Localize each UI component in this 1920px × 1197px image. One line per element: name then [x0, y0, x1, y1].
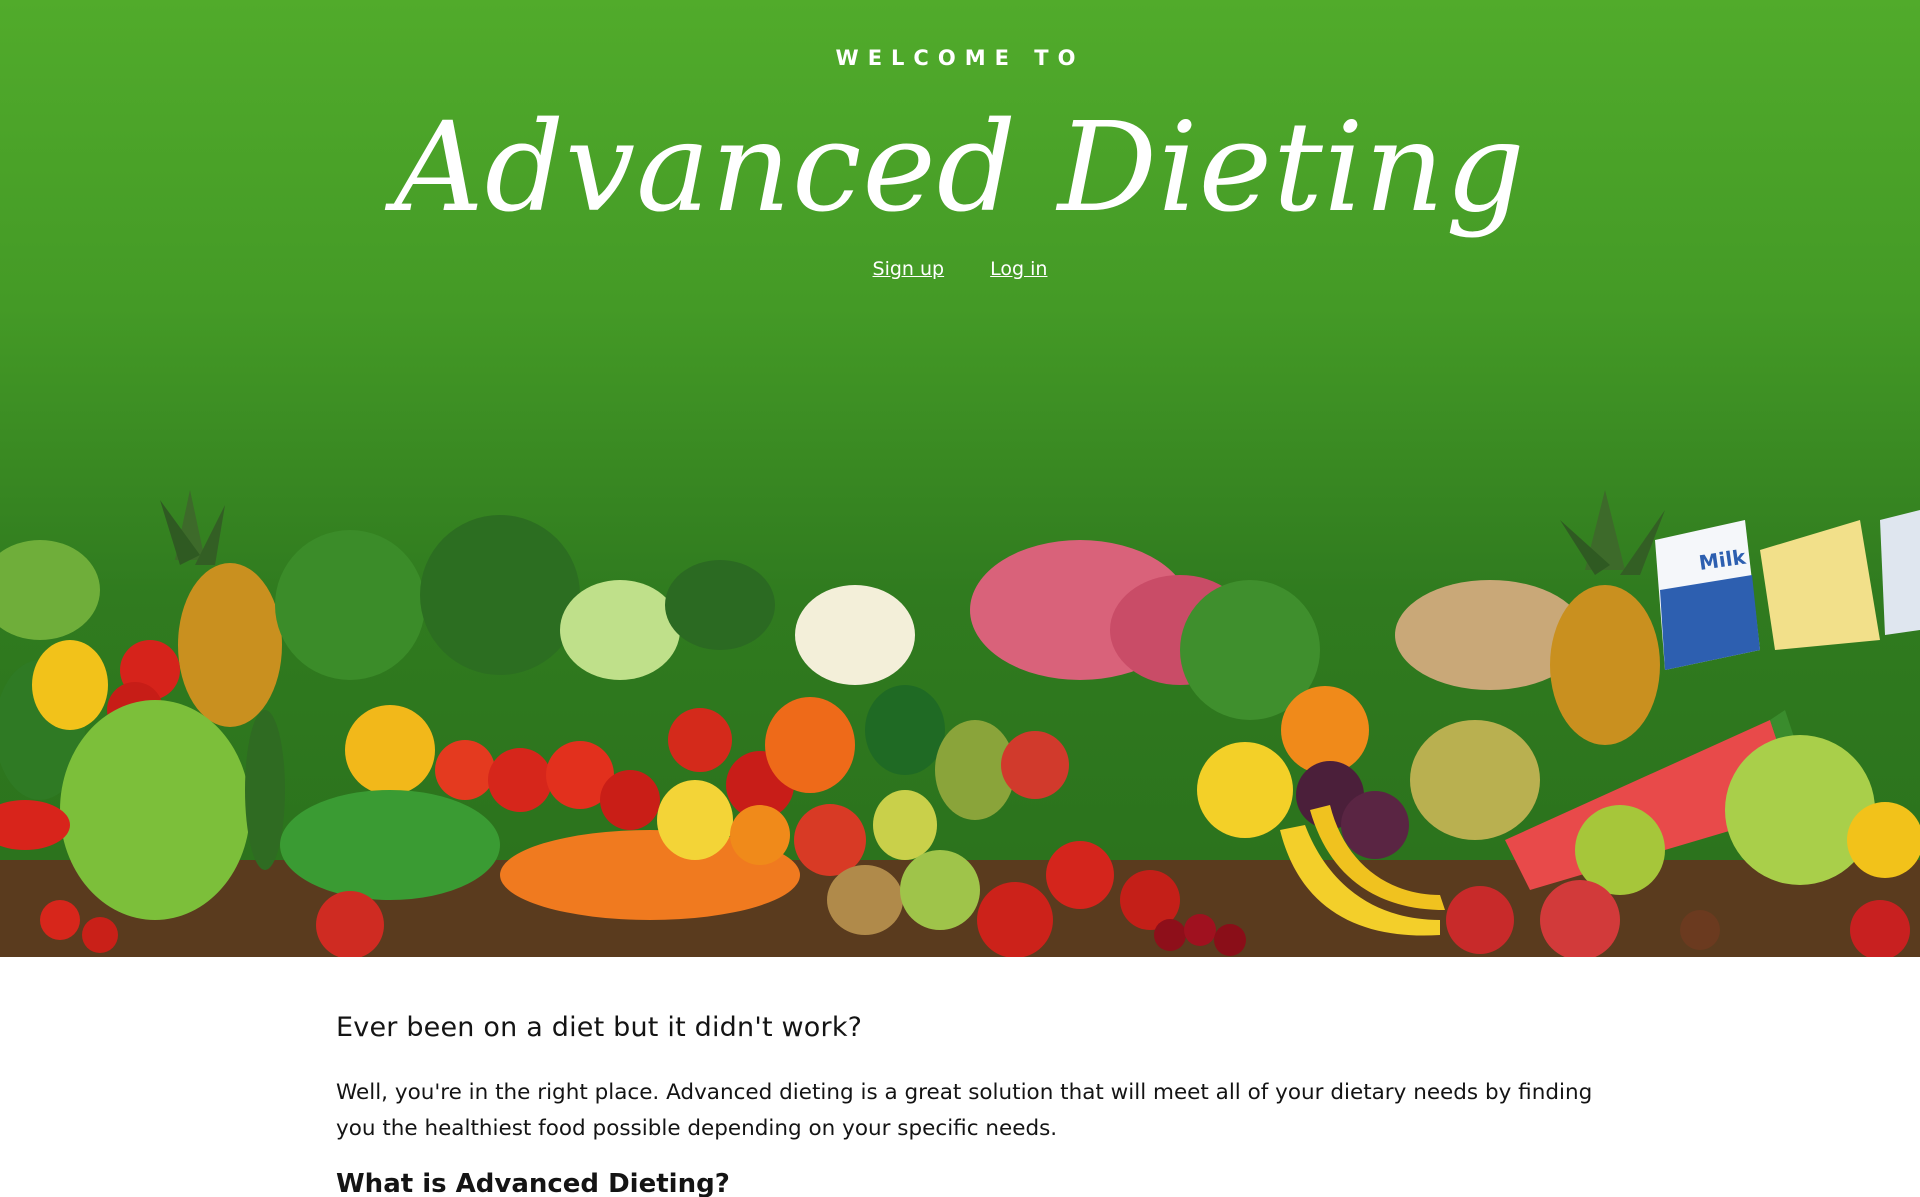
cauliflower-shape	[795, 585, 915, 685]
yellow-pepper	[32, 640, 108, 730]
red-chili	[0, 800, 70, 850]
pineapple-left	[178, 563, 282, 727]
potato	[827, 865, 903, 935]
orange-pepper	[765, 697, 855, 793]
intro-section: Ever been on a diet but it didn't work? …	[336, 1012, 1596, 1197]
produce-banner-image: Milk	[0, 490, 1920, 957]
cucumber	[245, 710, 285, 870]
auth-links: Sign up Log in	[0, 258, 1920, 280]
grapefruit	[1197, 742, 1293, 838]
lemon-right	[1847, 802, 1920, 878]
pear	[873, 790, 937, 860]
orange-small	[730, 805, 790, 865]
intro-heading: Ever been on a diet but it didn't work?	[336, 1012, 863, 1043]
yellow-pepper-mid	[345, 705, 435, 795]
red-apple-left	[316, 891, 384, 957]
cabbage-shape	[560, 580, 680, 680]
green-apple	[900, 850, 980, 930]
scallions	[280, 790, 500, 900]
green-pepper	[865, 685, 945, 775]
signup-link[interactable]: Sign up	[873, 258, 945, 280]
site-title: Advanced Dieting	[394, 96, 1526, 240]
about-heading: What is Advanced Dieting?	[336, 1169, 730, 1197]
melon	[1410, 720, 1540, 840]
login-link[interactable]: Log in	[990, 258, 1047, 280]
orange-large	[1281, 686, 1369, 774]
green-grapes-left	[60, 700, 250, 920]
red-apple	[794, 804, 866, 876]
broccoli-mid	[665, 560, 775, 650]
cheese-shape	[1760, 520, 1880, 650]
welcome-eyebrow: WELCOME TO	[835, 46, 1085, 70]
red-apple-right	[1540, 880, 1620, 957]
lemon	[657, 780, 733, 860]
intro-paragraph: Well, you're in the right place. Advance…	[336, 1080, 1593, 1141]
cherries	[1154, 919, 1186, 951]
strawberries	[1446, 886, 1514, 954]
lettuce-dark	[420, 515, 580, 675]
kale-shape	[275, 530, 425, 680]
kiwi	[1680, 910, 1720, 950]
green-grapes-right	[1725, 735, 1875, 885]
hero-banner: WELCOME TO Advanced Dieting Sign up Log …	[0, 0, 1920, 957]
pineapple-right	[1550, 585, 1660, 745]
lettuce-shape	[0, 540, 100, 640]
